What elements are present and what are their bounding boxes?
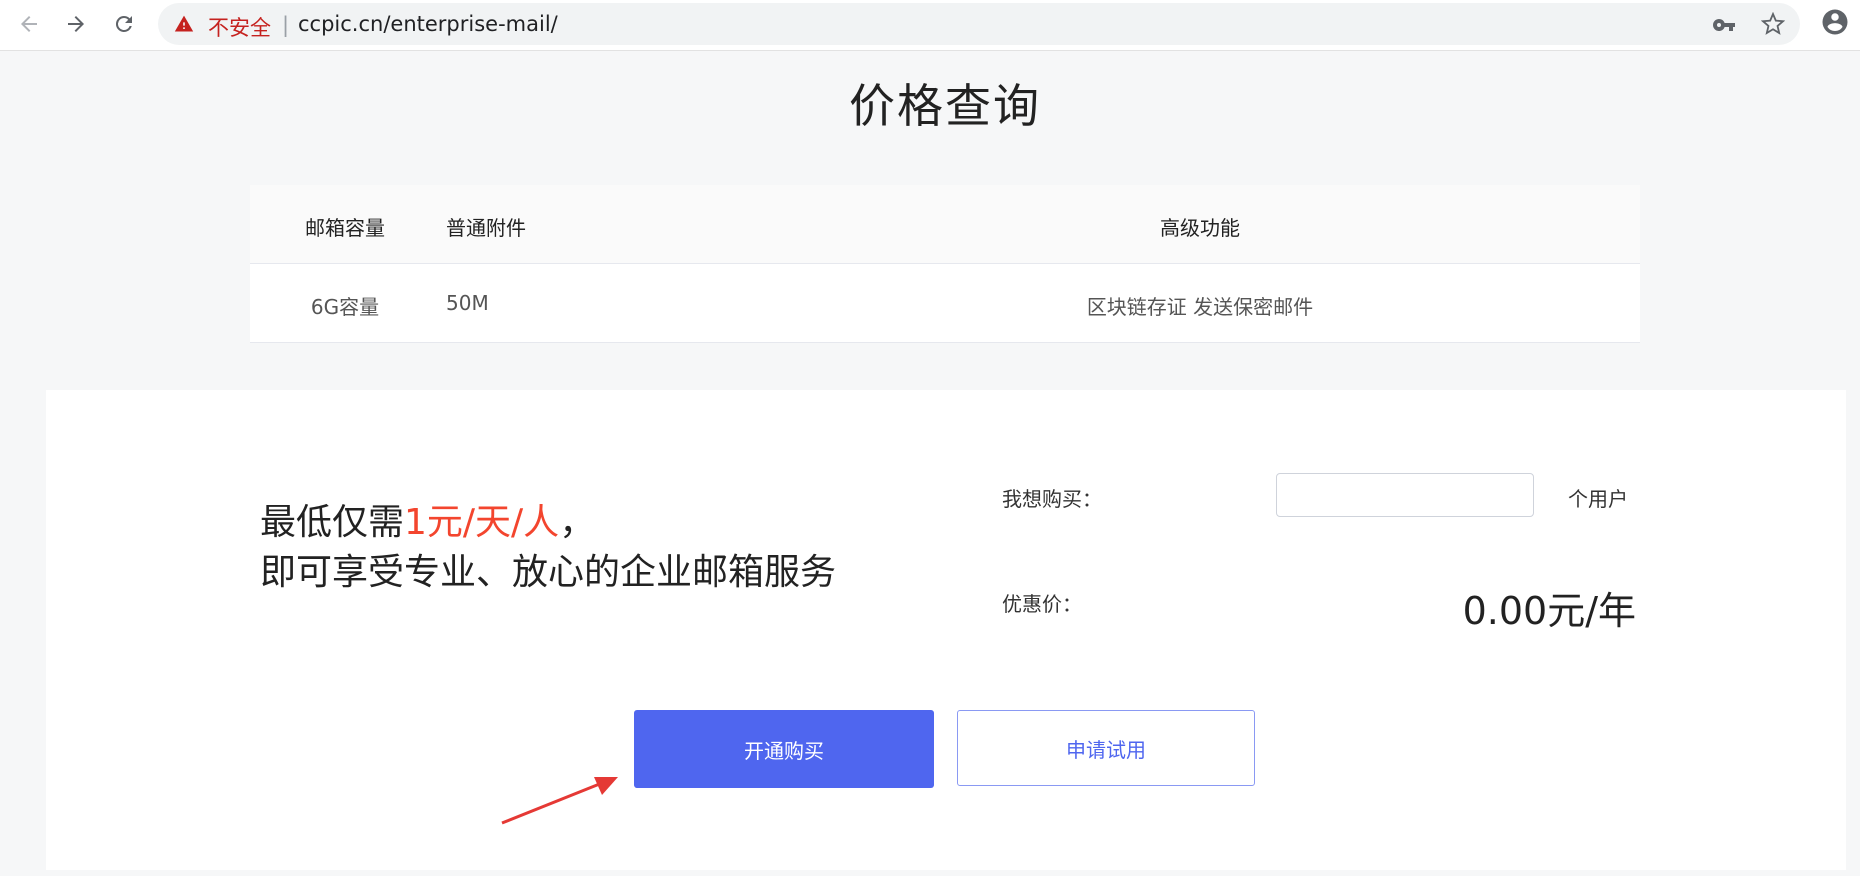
cell-capacity: 6G容量: [310, 295, 380, 319]
forward-arrow-icon: [68, 16, 84, 32]
key-icon[interactable]: [1712, 13, 1736, 37]
discount-label: 优惠价：: [1002, 592, 1082, 616]
buy-quantity-label: 我想购买：: [1002, 487, 1102, 511]
address-bar[interactable]: 不安全 | ccpic.cn/enterprise-mail/: [158, 3, 1800, 45]
back-arrow-icon: [21, 16, 37, 32]
buy-button[interactable]: 开通购买: [634, 710, 934, 788]
header-capacity: 邮箱容量: [305, 216, 385, 240]
account-icon[interactable]: [1820, 7, 1850, 37]
table-row: 6G容量 50M 区块链存证 发送保密邮件: [250, 264, 1640, 343]
cell-advanced: 区块链存证 发送保密邮件: [1086, 295, 1314, 319]
address-divider: |: [282, 13, 290, 37]
promo-prefix: 最低仅需: [260, 502, 405, 543]
star-icon[interactable]: [1761, 12, 1785, 36]
quantity-input[interactable]: [1276, 473, 1534, 517]
warning-icon[interactable]: [174, 14, 194, 34]
page-title: 价格查询: [849, 79, 1041, 133]
annotation-arrow-icon: [501, 777, 618, 825]
spec-table: 邮箱容量 普通附件 高级功能 6G容量 50M 区块链存证 发送保密邮件: [250, 185, 1640, 343]
security-status[interactable]: 不安全: [208, 12, 271, 42]
header-advanced: 高级功能: [1160, 216, 1240, 240]
promo-text: 最低仅需1元/天/人， 即可享受专业、放心的企业邮箱服务: [260, 498, 836, 598]
reload-icon: [115, 15, 132, 32]
promo-line2: 即可享受专业、放心的企业邮箱服务: [260, 552, 837, 593]
reload-button[interactable]: [106, 6, 142, 42]
unit-label: 个用户: [1568, 487, 1628, 511]
promo-suffix: ，: [559, 502, 596, 543]
cell-attachment: 50M: [446, 291, 489, 315]
forward-button[interactable]: [58, 6, 94, 42]
promo-highlight: 1元/天/人: [404, 502, 560, 543]
back-button[interactable]: [11, 6, 47, 42]
trial-button[interactable]: 申请试用: [957, 710, 1255, 786]
price-value: 0.00元/年: [1462, 589, 1636, 633]
url-text[interactable]: ccpic.cn/enterprise-mail/: [298, 12, 558, 36]
browser-toolbar: 不安全 | ccpic.cn/enterprise-mail/: [0, 0, 1860, 51]
table-header: 邮箱容量 普通附件 高级功能: [250, 185, 1640, 264]
header-attachment: 普通附件: [446, 216, 526, 240]
purchase-panel: 最低仅需1元/天/人， 即可享受专业、放心的企业邮箱服务 我想购买： 个用户 优…: [46, 390, 1846, 870]
